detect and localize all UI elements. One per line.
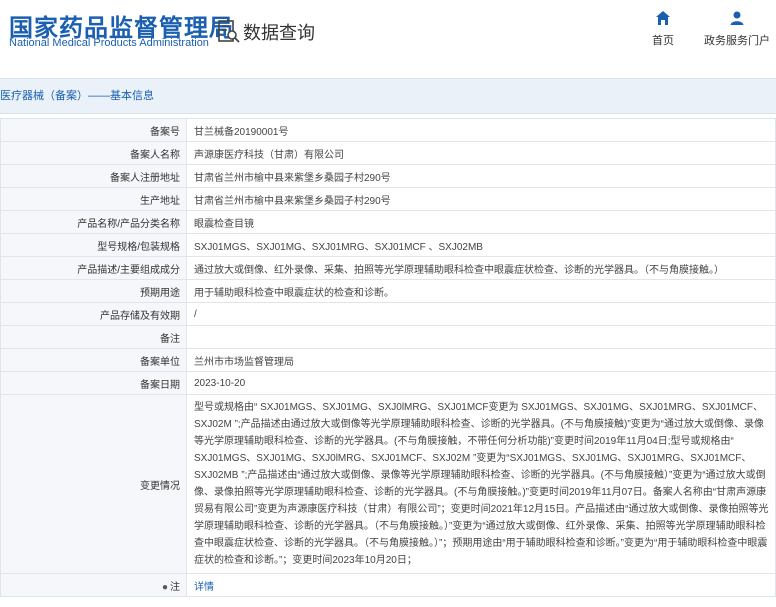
record-table: 备案号 甘兰械备20190001号 备案人名称 声源康医疗科技（甘肃）有限公司 … <box>0 118 776 597</box>
row-label: 型号规格/包装规格 <box>0 233 187 257</box>
table-row: 产品描述/主要组成成分 通过放大或倒像、红外录像、采集、拍照等光学原理辅助眼科检… <box>0 256 776 280</box>
row-label: 备案人注册地址 <box>0 164 187 188</box>
data-query-icon <box>218 20 240 43</box>
row-label: 生产地址 <box>0 187 187 211</box>
row-value: 兰州市市场监督管理局 <box>186 348 776 372</box>
row-value: / <box>186 302 776 326</box>
row-value: 用于辅助眼科检查中眼震症状的检查和诊断。 <box>186 279 776 303</box>
pin-icon: ● <box>161 581 168 593</box>
table-row: 备注 <box>0 325 776 349</box>
row-label: 备案号 <box>0 118 187 142</box>
row-label: 产品存储及有效期 <box>0 302 187 326</box>
row-value: 型号或规格由“ SXJ01MGS、SXJ01MG、SXJ0lMRG、SXJ01M… <box>186 394 776 574</box>
details-link[interactable]: 详情 <box>194 582 214 593</box>
row-value <box>186 325 776 349</box>
row-label: 备案人名称 <box>0 141 187 165</box>
row-value: 2023-10-20 <box>186 371 776 395</box>
row-value: SXJ01MGS、SXJ01MG、SXJ01MRG、SXJ01MCF 、SXJ0… <box>186 233 776 257</box>
table-row: 型号规格/包装规格 SXJ01MGS、SXJ01MG、SXJ01MRG、SXJ0… <box>0 233 776 257</box>
nav-home-label: 首页 <box>652 35 674 47</box>
nav-service-label: 政务服务门户 <box>704 35 770 47</box>
table-row: 生产地址 甘肃省兰州市榆中县来紫堡乡桑园子村290号 <box>0 187 776 211</box>
table-row: 产品名称/产品分类名称 眼震检查目镜 <box>0 210 776 234</box>
table-row: 备案号 甘兰械备20190001号 <box>0 118 776 142</box>
row-label: 预期用途 <box>0 279 187 303</box>
site-header: 国家药品监督管理局 National Medical Products Admi… <box>0 0 776 62</box>
table-row: 备案单位 兰州市市场监督管理局 <box>0 348 776 372</box>
table-row: 预期用途 用于辅助眼科检查中眼震症状的检查和诊断。 <box>0 279 776 303</box>
nav-service-portal[interactable]: 政务服务门户 <box>704 10 770 48</box>
row-value: 甘肃省兰州市榆中县来紫堡乡桑园子村290号 <box>186 164 776 188</box>
row-value: 甘肃省兰州市榆中县来紫堡乡桑园子村290号 <box>186 187 776 211</box>
nav-home[interactable]: 首页 <box>652 10 674 48</box>
table-row: 变更情况 型号或规格由“ SXJ01MGS、SXJ01MG、SXJ0lMRG、S… <box>0 394 776 574</box>
home-icon <box>656 11 670 25</box>
row-value: 通过放大或倒像、红外录像、采集、拍照等光学原理辅助眼科检查中眼震症状检查、诊断的… <box>186 256 776 280</box>
row-label: 产品名称/产品分类名称 <box>0 210 187 234</box>
query-title: 数据查询 <box>243 23 315 43</box>
row-label: 备注 <box>0 325 187 349</box>
row-value: 眼震检查目镜 <box>186 210 776 234</box>
row-value: 声源康医疗科技（甘肃）有限公司 <box>186 141 776 165</box>
table-row: ● 注 详情 <box>0 573 776 597</box>
table-row: 备案人注册地址 甘肃省兰州市榆中县来紫堡乡桑园子村290号 <box>0 164 776 188</box>
row-label: 产品描述/主要组成成分 <box>0 256 187 280</box>
table-row: 备案人名称 声源康医疗科技（甘肃）有限公司 <box>0 141 776 165</box>
row-label: 变更情况 <box>0 394 187 574</box>
breadcrumb: 医疗器械（备案）——基本信息 <box>0 78 776 114</box>
row-label-note: ● 注 <box>0 573 187 597</box>
table-row: 产品存储及有效期 / <box>0 302 776 326</box>
logo-subtitle: National Medical Products Administration <box>9 37 209 49</box>
row-value: 甘兰械备20190001号 <box>186 118 776 142</box>
row-value: 详情 <box>186 573 776 597</box>
row-label: 备案单位 <box>0 348 187 372</box>
note-label: 注 <box>170 581 180 593</box>
user-icon <box>730 11 744 25</box>
table-row: 备案日期 2023-10-20 <box>0 371 776 395</box>
row-label: 备案日期 <box>0 371 187 395</box>
